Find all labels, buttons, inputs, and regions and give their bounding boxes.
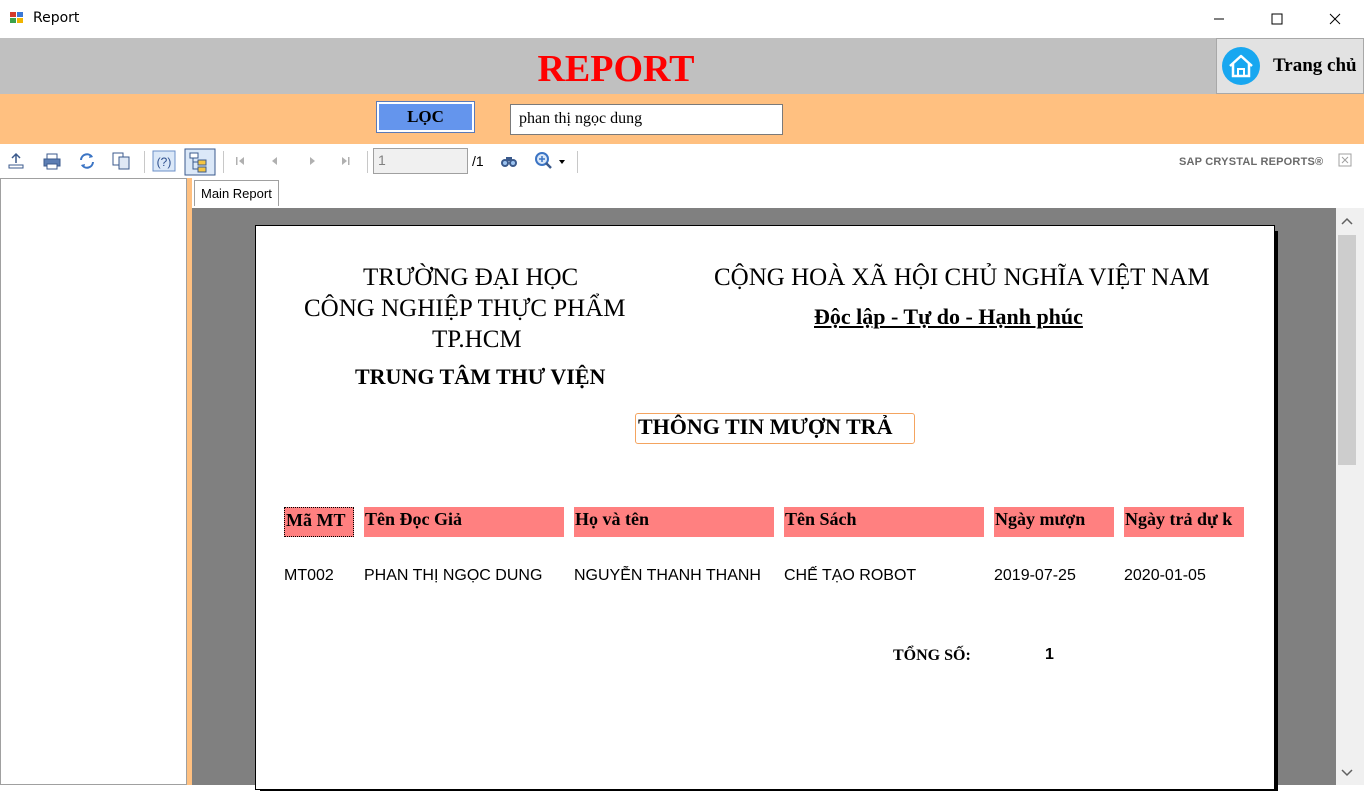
tab-main-report[interactable]: Main Report (194, 180, 279, 206)
copy-icon (112, 152, 130, 170)
total-value: 1 (1045, 646, 1054, 663)
next-page-button[interactable] (302, 151, 322, 171)
title-bar: Report (0, 0, 1364, 38)
refresh-button[interactable] (77, 151, 97, 171)
school-name-line1: TRƯỜNG ĐẠI HỌC (363, 264, 579, 291)
find-icon (501, 157, 517, 167)
app-icon (10, 12, 23, 23)
maximize-icon (1271, 13, 1283, 25)
next-page-icon (310, 157, 315, 165)
table-cell: NGUYỄN THANH THANH (574, 567, 761, 584)
print-button[interactable] (42, 151, 62, 171)
prev-page-icon (272, 157, 277, 165)
brand-label: SAP CRYSTAL REPORTS® (1179, 156, 1324, 168)
school-name-line2: CÔNG NGHIỆP THỰC PHẨM (304, 295, 626, 322)
vertical-scrollbar[interactable] (1336, 208, 1364, 785)
copy-button[interactable] (111, 151, 131, 171)
first-page-icon (236, 157, 244, 165)
export-icon (8, 152, 24, 169)
column-header: Ngày trả dự k (1124, 507, 1244, 537)
first-page-button[interactable] (230, 151, 250, 171)
column-header: Mã MT (284, 507, 354, 537)
report-viewport[interactable]: TRƯỜNG ĐẠI HỌC CÔNG NGHIỆP THỰC PHẨM TP.… (192, 208, 1336, 791)
close-viewer-button[interactable] (1338, 153, 1352, 167)
table-cell: 2019-07-25 (994, 567, 1076, 584)
page-number-input[interactable]: 1 (373, 148, 468, 174)
column-header: Họ và tên (574, 507, 774, 537)
print-icon (43, 153, 61, 170)
minimize-button[interactable] (1190, 0, 1248, 38)
page-total: /1 (472, 153, 484, 169)
library-name: TRUNG TÂM THƯ VIỆN (355, 364, 606, 389)
maximize-button[interactable] (1248, 0, 1306, 38)
nation-motto: Độc lập - Tự do - Hạnh phúc (814, 304, 1083, 329)
find-button[interactable] (499, 151, 519, 171)
toolbar-separator (223, 151, 224, 173)
close-icon (1338, 153, 1352, 167)
scroll-thumb[interactable] (1338, 235, 1356, 465)
refresh-icon (80, 153, 94, 169)
group-tree-toggle[interactable] (184, 148, 216, 176)
report-toolbar: (?) 1 /1 SAP CRYSTAL REPORTS® (0, 144, 1364, 178)
filter-button[interactable]: LỌC (376, 101, 475, 133)
reader-name-input[interactable]: phan thị ngọc dung (510, 104, 783, 135)
home-icon (1222, 47, 1260, 85)
help-icon: (?) (152, 150, 176, 172)
column-header: Tên Đọc Giả (364, 507, 564, 537)
previous-page-button[interactable] (265, 151, 285, 171)
group-tree-panel[interactable] (0, 178, 187, 785)
scroll-up-icon[interactable] (1341, 217, 1353, 225)
svg-text:(?): (?) (157, 155, 172, 169)
nation-heading: CỘNG HOÀ XÃ HỘI CHỦ NGHĨA VIỆT NAM (714, 264, 1210, 291)
report-title: THÔNG TIN MƯỢN TRẢ (635, 413, 915, 444)
window-title: Report (33, 10, 80, 26)
close-button[interactable] (1306, 0, 1364, 38)
minimize-icon (1214, 18, 1224, 20)
group-tree-icon (184, 148, 216, 176)
last-page-icon (342, 157, 350, 165)
table-cell: 2020-01-05 (1124, 567, 1206, 584)
report-tabs: Main Report (192, 178, 1364, 208)
toolbar-separator (577, 151, 578, 173)
toolbar-separator (144, 151, 145, 173)
scroll-down-icon[interactable] (1341, 769, 1353, 777)
export-button[interactable] (6, 151, 26, 171)
home-button[interactable]: Trang chủ (1216, 38, 1364, 94)
filter-bar: LỌC phan thị ngọc dung (0, 94, 1364, 144)
last-page-button[interactable] (336, 151, 356, 171)
page-title: REPORT (537, 48, 695, 90)
zoom-icon (535, 152, 565, 169)
toolbar-separator (367, 151, 368, 173)
home-button-label: Trang chủ (1273, 55, 1357, 76)
close-icon (1329, 13, 1341, 25)
header-band: REPORT (0, 38, 1364, 94)
table-cell: CHẾ TẠO ROBOT (784, 567, 917, 584)
column-header: Ngày mượn (994, 507, 1114, 537)
help-button[interactable]: (?) (152, 150, 176, 172)
school-name-line3: TP.HCM (432, 326, 522, 353)
table-cell: PHAN THỊ NGỌC DUNG (364, 567, 543, 584)
table-cell: MT002 (284, 567, 334, 584)
zoom-button[interactable] (533, 151, 569, 171)
total-label: TỔNG SỐ: (893, 647, 971, 664)
report-page: TRƯỜNG ĐẠI HỌC CÔNG NGHIỆP THỰC PHẨM TP.… (255, 225, 1275, 790)
column-header: Tên Sách (784, 507, 984, 537)
